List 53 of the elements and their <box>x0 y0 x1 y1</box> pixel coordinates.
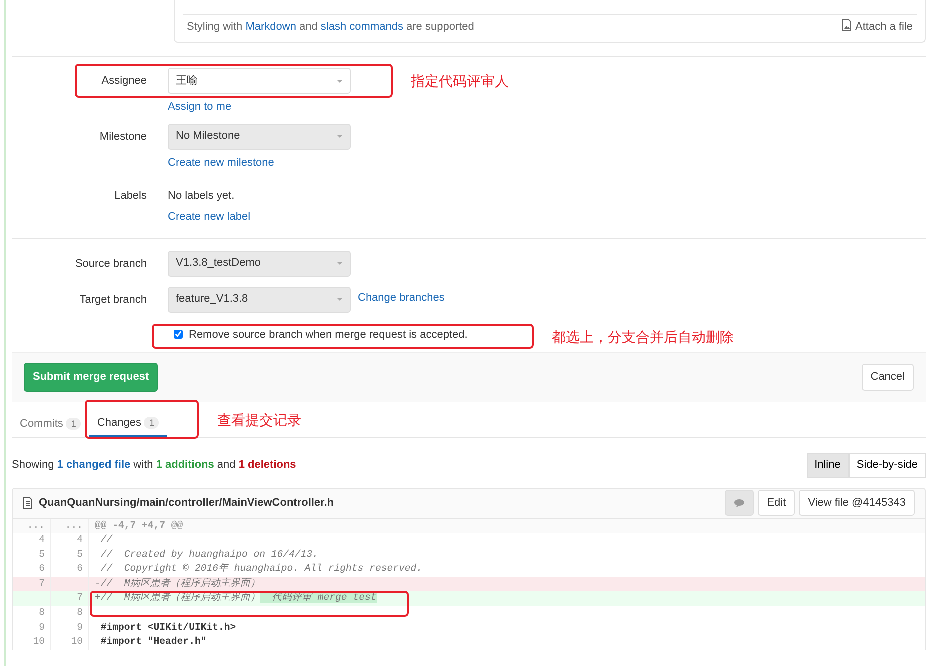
line-number: 9 <box>51 620 89 636</box>
field-label: Labels <box>114 189 147 204</box>
field-label: Assignee <box>100 74 147 89</box>
file-path: QuanQuanNursing/main/controller/MainViewController.h <box>39 496 334 511</box>
view-toggle-button[interactable]: Side-by-side <box>848 453 926 478</box>
code-line: #import "Header.h" <box>100 635 207 650</box>
view-toggle-button[interactable]: Inline <box>806 453 849 478</box>
tab[interactable]: Changes 1 <box>89 402 168 437</box>
file-icon <box>23 497 33 509</box>
labels-text: No labels yet. <box>168 189 236 204</box>
field-label: Source branch <box>74 256 147 272</box>
line-number: 10 <box>51 635 89 650</box>
line-number: 8 <box>13 606 51 621</box>
line-number: 7 <box>51 591 89 606</box>
field-link[interactable]: Assign to me <box>168 101 232 113</box>
field-label: Target branch <box>78 292 147 308</box>
count-badge: 1 <box>66 418 82 430</box>
code-line: @@ -4,7 +4,7 @@ <box>94 518 184 532</box>
image-file-icon <box>842 18 852 30</box>
code-line: // Created by huanghaipo on 16/4/13. <box>100 548 318 562</box>
annotation-text: 都选上，分支合并后自动删除 <box>552 328 734 347</box>
file-button[interactable]: View file @4145343 <box>799 490 915 516</box>
file-button[interactable]: Edit <box>758 490 796 516</box>
markdown-link[interactable]: Markdown <box>246 20 296 32</box>
line-number: 5 <box>51 548 89 562</box>
line-number: 10 <box>13 635 51 650</box>
checkbox[interactable] <box>174 330 183 340</box>
code-line: #import <UIKit/UIKit.h> <box>100 620 236 635</box>
comment-button[interactable] <box>725 490 754 516</box>
editor-hint: Styling with Markdown and slash commands are supported <box>187 20 474 34</box>
attach-file-link[interactable]: Attach a file <box>842 18 913 35</box>
cancel-button[interactable]: Cancel <box>862 364 914 391</box>
comment-icon <box>734 498 746 508</box>
select-field[interactable]: 王喻 <box>168 68 351 94</box>
line-number: 4 <box>51 533 89 548</box>
checkbox-label: Remove source branch when merge request is accepted. <box>189 328 468 342</box>
code-line: // Copyright © 2016年 huanghaipo. All rights reserved. <box>100 562 422 576</box>
code-line: // <box>100 533 113 548</box>
line-number: ... <box>51 518 89 534</box>
line-number: 8 <box>51 606 89 621</box>
field-link[interactable]: Create new label <box>168 211 251 223</box>
slash-commands-link[interactable]: slash commands <box>320 20 404 32</box>
line-number: 9 <box>13 620 51 636</box>
diff-summary: Showing 1 changed file with 1 additions and 1 deletions <box>12 458 296 473</box>
line-number: 4 <box>13 533 51 548</box>
tab[interactable]: Commits 1 <box>12 402 90 437</box>
line-number: 5 <box>13 548 51 562</box>
count-badge: 1 <box>144 417 160 430</box>
annotation-text: 指定代码评审人 <box>411 72 509 91</box>
line-number: ... <box>13 518 51 534</box>
annotation-text: 查看提交记录 <box>217 410 302 430</box>
field-label: Milestone <box>98 130 147 144</box>
code-line: -// M病区患者（程序启动主界面） <box>94 576 260 591</box>
